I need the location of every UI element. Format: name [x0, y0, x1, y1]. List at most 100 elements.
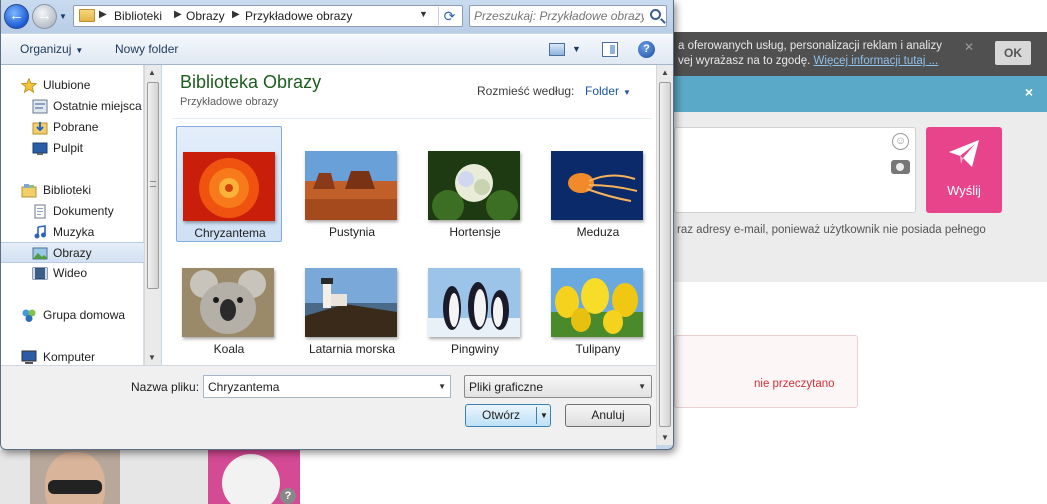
search-box[interactable] — [469, 5, 667, 27]
open-button-label: Otwórz — [481, 408, 520, 422]
document-icon — [34, 204, 46, 219]
star-icon — [21, 78, 37, 93]
arrange-by-dropdown[interactable]: Folder ▼ — [585, 84, 631, 98]
file-name: Tulipany — [575, 342, 621, 356]
breadcrumb-libraries[interactable]: Biblioteki — [114, 9, 162, 23]
nav-item-homegroup[interactable]: Grupa domowa — [1, 305, 144, 326]
file-list-scrollbar[interactable]: ▲ ▼ — [656, 65, 673, 445]
lighthouse-image — [305, 268, 397, 337]
cookie-close-icon[interactable]: ✕ — [964, 40, 976, 54]
homegroup-icon — [22, 309, 36, 322]
scroll-up-icon[interactable]: ▲ — [661, 68, 669, 77]
new-folder-button[interactable]: Nowy folder — [115, 42, 178, 56]
file-thumbnail-lighthouse[interactable]: Latarnia morska — [299, 243, 405, 359]
nav-item-favorites[interactable]: Ulubione — [1, 75, 144, 96]
nav-label-computer: Komputer — [43, 350, 96, 364]
breadcrumb-separator[interactable]: ▶ — [99, 9, 107, 20]
file-thumbnail-jellyfish[interactable]: Meduza — [545, 126, 651, 242]
nav-item-videos[interactable]: Wideo — [1, 263, 144, 284]
change-view-icon[interactable] — [549, 43, 565, 56]
breadcrumb-separator[interactable]: ▶ — [174, 9, 182, 20]
back-arrow-icon[interactable]: ← — [4, 4, 29, 29]
preview-pane-icon[interactable] — [602, 42, 618, 57]
open-button[interactable]: Otwórz ▼ — [465, 404, 551, 427]
message-input[interactable] — [674, 127, 916, 213]
library-title: Biblioteka Obrazy — [180, 72, 322, 92]
file-type-value: Pliki graficzne — [469, 380, 544, 394]
cancel-button[interactable]: Anuluj — [565, 404, 651, 427]
camera-icon[interactable] — [891, 160, 910, 174]
page-header — [674, 0, 1047, 32]
recent-places-icon — [32, 99, 48, 114]
organize-label: Organizuj — [20, 42, 72, 56]
nav-item-pictures[interactable]: Obrazy — [1, 242, 144, 263]
emoji-icon[interactable]: ☺ — [892, 133, 909, 150]
cookie-text-line1: a oferowanych usług, personalizacji rekl… — [678, 40, 942, 52]
message-card[interactable] — [674, 335, 858, 408]
navigation-bar: ← → ▼ ▶ Biblioteki ▶ Obrazy ▶ Przykładow… — [1, 0, 673, 33]
scroll-up-icon[interactable]: ▲ — [148, 68, 156, 77]
nav-label-pictures: Obrazy — [53, 246, 92, 260]
downloads-folder-icon — [32, 122, 48, 135]
desert-image — [305, 151, 397, 220]
search-icon[interactable] — [650, 9, 661, 20]
nav-item-recent[interactable]: Ostatnie miejsca — [1, 96, 144, 117]
chevron-down-icon[interactable]: ▼ — [438, 382, 446, 391]
filename-value[interactable]: Chryzantema — [208, 380, 279, 394]
split-separator — [536, 407, 537, 424]
scroll-down-icon[interactable]: ▼ — [661, 433, 669, 442]
scrollbar-thumb[interactable] — [147, 82, 159, 289]
file-name: Latarnia morska — [308, 342, 396, 356]
help-icon[interactable]: ? — [280, 488, 296, 504]
avatar[interactable] — [30, 450, 120, 504]
search-input[interactable] — [474, 7, 644, 25]
file-name: Hortensje — [449, 225, 501, 239]
file-thumbnail-desert[interactable]: Pustynia — [299, 126, 405, 242]
filename-label: Nazwa pliku: — [131, 380, 200, 394]
divider — [172, 118, 652, 119]
scrollbar-grip — [150, 181, 156, 187]
open-file-dialog: ← → ▼ ▶ Biblioteki ▶ Obrazy ▶ Przykładow… — [0, 0, 674, 450]
send-button[interactable]: Wyślij — [926, 127, 1002, 213]
chevron-down-icon[interactable]: ▼ — [419, 9, 431, 19]
refresh-icon[interactable]: ⟳ — [438, 7, 460, 25]
file-thumbnail-penguins[interactable]: Pingwiny — [422, 243, 528, 359]
nav-item-desktop[interactable]: Pulpit — [1, 138, 144, 159]
nav-item-downloads[interactable]: Pobrane — [1, 117, 144, 138]
nav-label-libraries: Biblioteki — [43, 183, 92, 197]
file-thumbnail-koala[interactable]: Koala — [176, 243, 282, 359]
file-thumbnail-tulips[interactable]: Tulipany — [545, 243, 651, 359]
scrollbar-thumb[interactable] — [659, 82, 671, 427]
nav-item-libraries[interactable]: Biblioteki — [1, 180, 144, 201]
file-list: Biblioteka Obrazy Przykładowe obrazy Roz… — [162, 65, 656, 365]
address-bar[interactable]: ▶ Biblioteki ▶ Obrazy ▶ Przykładowe obra… — [73, 5, 463, 27]
view-options-dropdown[interactable]: ▼ — [572, 44, 581, 54]
file-thumbnail-hydrangeas[interactable]: Hortensje — [422, 126, 528, 242]
arrange-by-value: Folder — [585, 84, 620, 98]
cookie-ok-button[interactable]: OK — [995, 41, 1031, 65]
breadcrumb-sample-pictures[interactable]: Przykładowe obrazy — [245, 9, 352, 23]
scroll-down-icon[interactable]: ▼ — [148, 353, 156, 362]
nav-label-desktop: Pulpit — [53, 141, 84, 155]
cookie-more-link[interactable]: Więcej informacji tutaj ... — [814, 55, 939, 67]
chevron-down-icon[interactable]: ▼ — [540, 405, 548, 426]
recent-locations-dropdown[interactable]: ▼ — [59, 13, 68, 21]
breadcrumb-pictures[interactable]: Obrazy — [186, 9, 225, 23]
close-icon[interactable]: × — [1025, 84, 1033, 100]
organize-button[interactable]: Organizuj ▼ — [20, 42, 83, 56]
arrange-by-label: Rozmieść według: — [477, 84, 575, 98]
folder-icon — [79, 9, 95, 22]
nav-item-documents[interactable]: Dokumenty — [1, 201, 144, 222]
profile-tile[interactable]: ? — [208, 450, 300, 504]
navigation-scrollbar[interactable]: ▲ ▼ — [144, 65, 161, 365]
file-type-select[interactable]: Pliki graficzne ▼ — [464, 375, 652, 398]
help-icon[interactable]: ? — [638, 41, 655, 58]
nav-item-music[interactable]: Muzyka — [1, 222, 144, 243]
breadcrumb-separator[interactable]: ▶ — [232, 9, 240, 20]
forward-arrow-icon[interactable]: → — [32, 4, 57, 29]
filename-field[interactable]: Chryzantema ▼ — [203, 375, 451, 398]
file-thumbnail-chrysanthemum[interactable]: Chryzantema — [176, 126, 282, 242]
cookie-banner: a oferowanych usług, personalizacji rekl… — [674, 32, 1047, 76]
nav-label-recent: Ostatnie miejsca — [53, 99, 142, 113]
libraries-icon — [21, 184, 37, 198]
